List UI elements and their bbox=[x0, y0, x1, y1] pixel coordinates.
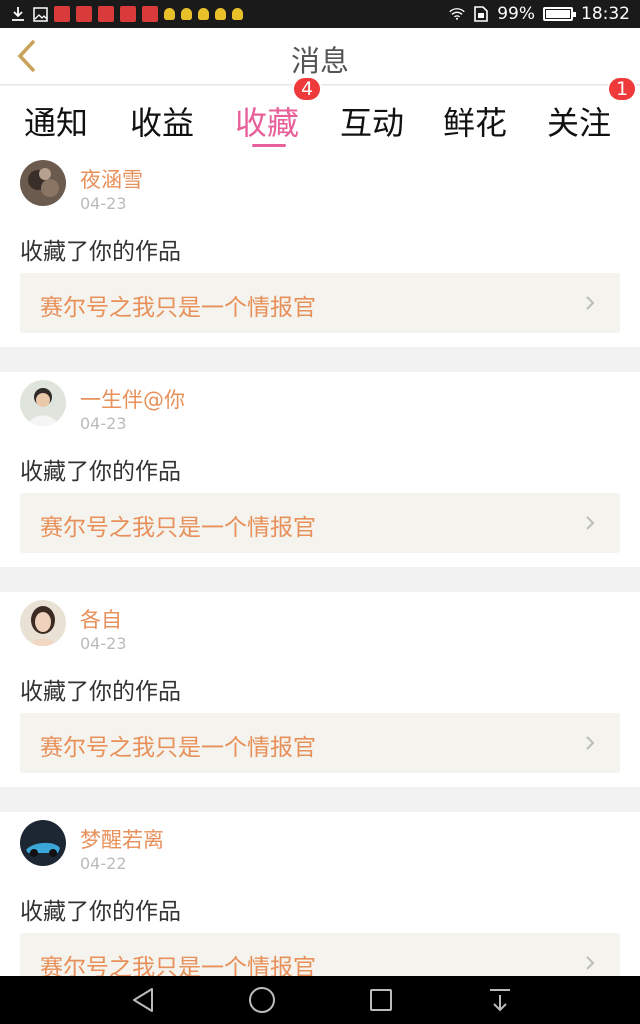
tab-interactions[interactable]: 互动 bbox=[340, 98, 404, 144]
nav-home-button[interactable] bbox=[245, 984, 279, 1016]
pull-down-icon bbox=[490, 989, 510, 1012]
bulb-icon bbox=[164, 8, 175, 20]
bulb-icon bbox=[232, 8, 243, 20]
avatar[interactable] bbox=[20, 380, 66, 426]
work-link[interactable]: 赛尔号之我只是一个情报官 bbox=[20, 273, 620, 333]
message-card: 夜涵雪 04-23 收藏了你的作品 赛尔号之我只是一个情报官 bbox=[0, 152, 640, 347]
active-tab-indicator bbox=[252, 144, 286, 147]
sim-icon bbox=[473, 6, 489, 22]
username[interactable]: 夜涵雪 bbox=[80, 164, 143, 194]
username[interactable]: 一生伴@你 bbox=[80, 384, 185, 414]
wifi-icon bbox=[449, 6, 465, 22]
message-date: 04-22 bbox=[80, 854, 127, 873]
tab-follows[interactable]: 关注 bbox=[547, 98, 611, 144]
clock: 18:32 bbox=[581, 4, 630, 24]
work-title: 赛尔号之我只是一个情报官 bbox=[40, 295, 316, 321]
page-title: 消息 bbox=[290, 44, 349, 78]
nav-back-button[interactable] bbox=[126, 984, 160, 1016]
avatar[interactable] bbox=[20, 600, 66, 646]
avatar[interactable] bbox=[20, 160, 66, 206]
status-notification-icons bbox=[10, 6, 449, 22]
username[interactable]: 各自 bbox=[80, 604, 122, 634]
message-action: 收藏了你的作品 bbox=[20, 899, 181, 925]
tab-notifications[interactable]: 通知 bbox=[24, 98, 88, 144]
message-action: 收藏了你的作品 bbox=[20, 459, 181, 485]
tab-favorites[interactable]: 收藏 bbox=[235, 98, 299, 144]
work-link[interactable]: 赛尔号之我只是一个情报官 bbox=[20, 713, 620, 773]
tab-favorites-badge: 4 bbox=[292, 76, 323, 102]
work-title: 赛尔号之我只是一个情报官 bbox=[40, 515, 316, 541]
message-card: 各自 04-23 收藏了你的作品 赛尔号之我只是一个情报官 bbox=[0, 592, 640, 787]
chevron-right-icon bbox=[586, 736, 595, 750]
chevron-right-icon bbox=[586, 296, 595, 310]
tab-flowers[interactable]: 鲜花 bbox=[443, 98, 507, 144]
bulb-icon bbox=[198, 8, 209, 20]
chevron-right-icon bbox=[586, 956, 595, 970]
download-icon bbox=[10, 6, 26, 22]
message-date: 04-23 bbox=[80, 194, 127, 213]
tab-follows-badge: 1 bbox=[607, 76, 638, 102]
battery-fill bbox=[546, 10, 570, 18]
square-recents-icon bbox=[370, 989, 392, 1011]
message-card: 梦醒若离 04-22 收藏了你的作品 赛尔号之我只是一个情报官 bbox=[0, 812, 640, 993]
triangle-back-icon bbox=[133, 988, 153, 1012]
tab-earnings[interactable]: 收益 bbox=[130, 98, 194, 144]
header: 消息 bbox=[0, 28, 640, 85]
work-link[interactable]: 赛尔号之我只是一个情报官 bbox=[20, 493, 620, 553]
bulb-icon bbox=[181, 8, 192, 20]
system-nav-bar bbox=[0, 976, 640, 1024]
tab-bar: 通知 收益 收藏 4 互动 鲜花 关注 1 bbox=[0, 76, 640, 152]
battery-percent: 99% bbox=[497, 4, 535, 24]
message-card: 一生伴@你 04-23 收藏了你的作品 赛尔号之我只是一个情报官 bbox=[0, 372, 640, 567]
red-envelope-icon bbox=[76, 6, 92, 22]
nav-recents-button[interactable] bbox=[364, 984, 398, 1016]
image-icon bbox=[32, 6, 48, 22]
battery-icon bbox=[543, 7, 576, 21]
red-envelope-icon bbox=[120, 6, 136, 22]
message-action: 收藏了你的作品 bbox=[20, 679, 181, 705]
red-envelope-icon bbox=[54, 6, 70, 22]
status-bar: 99% 18:32 bbox=[0, 0, 640, 28]
nav-notification-pull-button[interactable] bbox=[483, 984, 517, 1016]
message-action: 收藏了你的作品 bbox=[20, 239, 181, 265]
work-title: 赛尔号之我只是一个情报官 bbox=[40, 735, 316, 761]
red-envelope-icon bbox=[98, 6, 114, 22]
circle-home-icon bbox=[249, 987, 275, 1013]
message-date: 04-23 bbox=[80, 634, 127, 653]
avatar[interactable] bbox=[20, 820, 66, 866]
username[interactable]: 梦醒若离 bbox=[80, 824, 164, 854]
chevron-right-icon bbox=[586, 516, 595, 530]
red-envelope-icon bbox=[142, 6, 158, 22]
message-date: 04-23 bbox=[80, 414, 127, 433]
bulb-icon bbox=[215, 8, 226, 20]
